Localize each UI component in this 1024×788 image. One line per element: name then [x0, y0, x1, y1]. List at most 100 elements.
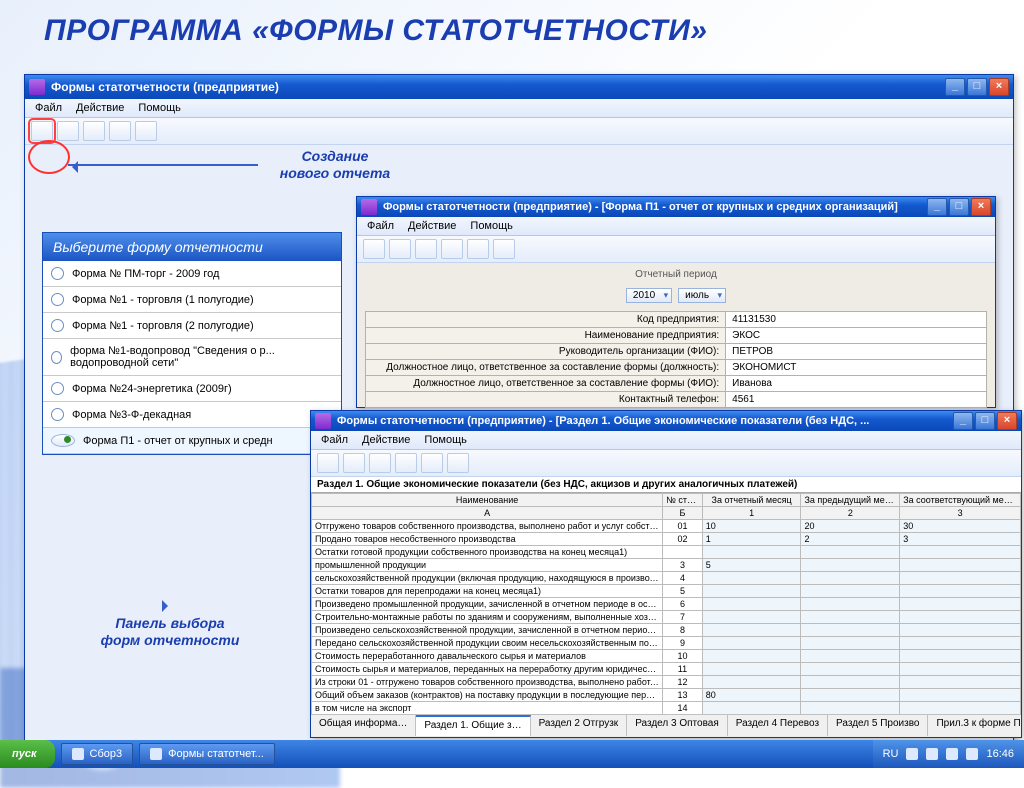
field-value[interactable]: ЭКОС: [726, 328, 987, 344]
minimize-button[interactable]: _: [927, 198, 947, 216]
field-value[interactable]: Иванова: [726, 376, 987, 392]
cell-value[interactable]: [702, 637, 801, 650]
cell-value[interactable]: [801, 559, 900, 572]
toolbar-button-3[interactable]: [83, 121, 105, 141]
cell-value[interactable]: [801, 546, 900, 559]
menu-action[interactable]: Действие: [76, 102, 124, 114]
form-option[interactable]: Форма № ПМ-торг - 2009 год: [43, 261, 341, 287]
cell-value[interactable]: [801, 585, 900, 598]
cell-value[interactable]: [900, 598, 1021, 611]
form-option[interactable]: Форма №1 - торговля (2 полугодие): [43, 313, 341, 339]
cell-value[interactable]: [702, 663, 801, 676]
new-report-button[interactable]: [31, 121, 53, 141]
tab[interactable]: Общая информа…: [311, 715, 416, 736]
cell-value[interactable]: [801, 676, 900, 689]
field-value[interactable]: 4561: [726, 392, 987, 408]
form-option[interactable]: Форма №3-Ф-декадная: [43, 402, 341, 428]
menu-help[interactable]: Помощь: [424, 434, 467, 446]
cell-value[interactable]: 5: [702, 559, 801, 572]
menu-file[interactable]: Файл: [321, 434, 348, 446]
maximize-button[interactable]: □: [949, 198, 969, 216]
field-value[interactable]: ПЕТРОВ: [726, 344, 987, 360]
cell-value[interactable]: [801, 624, 900, 637]
cell-value[interactable]: 20: [801, 520, 900, 533]
menu-action[interactable]: Действие: [362, 434, 410, 446]
cell-value[interactable]: [702, 546, 801, 559]
maximize-button[interactable]: □: [975, 412, 995, 430]
cell-value[interactable]: [702, 585, 801, 598]
menu-action[interactable]: Действие: [408, 220, 456, 232]
menu-file[interactable]: Файл: [367, 220, 394, 232]
cell-value[interactable]: [801, 598, 900, 611]
toolbar-button[interactable]: [493, 239, 515, 259]
cell-value[interactable]: 3: [900, 533, 1021, 546]
cell-value[interactable]: [801, 572, 900, 585]
tray-icon[interactable]: [906, 748, 918, 760]
form-option[interactable]: Форма П1 - отчет от крупных и средн: [43, 428, 341, 454]
cell-value[interactable]: [801, 702, 900, 715]
cell-value[interactable]: [900, 650, 1021, 663]
toolbar-button-5[interactable]: [135, 121, 157, 141]
toolbar-button[interactable]: [363, 239, 385, 259]
cell-value[interactable]: 1: [702, 533, 801, 546]
maximize-button[interactable]: □: [967, 78, 987, 96]
cell-value[interactable]: [801, 689, 900, 702]
section1-titlebar[interactable]: Формы статотчетности (предприятие) - [Ра…: [311, 411, 1021, 431]
month-select[interactable]: июль: [678, 288, 726, 303]
cell-value[interactable]: [900, 676, 1021, 689]
tab[interactable]: Прил.3 к форме П: [928, 715, 1021, 736]
cell-value[interactable]: [900, 559, 1021, 572]
start-button[interactable]: пуск: [0, 740, 55, 768]
tray-icon[interactable]: [926, 748, 938, 760]
toolbar-button[interactable]: [421, 453, 443, 473]
form-option[interactable]: форма №1-водопровод "Сведения о р... вод…: [43, 339, 341, 376]
tab[interactable]: Раздел 4 Перевоз: [728, 715, 828, 736]
cell-value[interactable]: [900, 585, 1021, 598]
cell-value[interactable]: [702, 650, 801, 663]
cell-value[interactable]: 30: [900, 520, 1021, 533]
close-button[interactable]: ×: [971, 198, 991, 216]
form-p1-titlebar[interactable]: Формы статотчетности (предприятие) - [Фо…: [357, 197, 995, 217]
tab[interactable]: Раздел 2 Отгрузк: [531, 715, 628, 736]
minimize-button[interactable]: _: [953, 412, 973, 430]
tab[interactable]: Раздел 1. Общие з…: [416, 715, 530, 736]
field-value[interactable]: ЭКОНОМИСТ: [726, 360, 987, 376]
cell-value[interactable]: [702, 572, 801, 585]
minimize-button[interactable]: _: [945, 78, 965, 96]
cell-value[interactable]: [900, 611, 1021, 624]
toolbar-button[interactable]: [395, 453, 417, 473]
cell-value[interactable]: [702, 611, 801, 624]
menu-file[interactable]: Файл: [35, 102, 62, 114]
menu-help[interactable]: Помощь: [470, 220, 513, 232]
cell-value[interactable]: [900, 546, 1021, 559]
tray-icon[interactable]: [946, 748, 958, 760]
cell-value[interactable]: [702, 702, 801, 715]
cell-value[interactable]: [900, 624, 1021, 637]
cell-value[interactable]: [702, 598, 801, 611]
cell-value[interactable]: [900, 702, 1021, 715]
cell-value[interactable]: [801, 663, 900, 676]
form-option[interactable]: Форма №1 - торговля (1 полугодие): [43, 287, 341, 313]
form-option[interactable]: Форма №24-энергетика (2009г): [43, 376, 341, 402]
toolbar-button[interactable]: [317, 453, 339, 473]
close-button[interactable]: ×: [989, 78, 1009, 96]
tab[interactable]: Раздел 5 Произво: [828, 715, 928, 736]
cell-value[interactable]: [900, 637, 1021, 650]
menu-help[interactable]: Помощь: [138, 102, 181, 114]
taskbar-task-2[interactable]: Формы статотчет...: [139, 743, 275, 765]
cell-value[interactable]: [801, 637, 900, 650]
cell-value[interactable]: 2: [801, 533, 900, 546]
toolbar-button[interactable]: [389, 239, 411, 259]
toolbar-button[interactable]: [369, 453, 391, 473]
close-button[interactable]: ×: [997, 412, 1017, 430]
cell-value[interactable]: [900, 572, 1021, 585]
field-value[interactable]: 41131530: [726, 312, 987, 328]
cell-value[interactable]: 80: [702, 689, 801, 702]
toolbar-button[interactable]: [467, 239, 489, 259]
toolbar-button[interactable]: [343, 453, 365, 473]
toolbar-button-4[interactable]: [109, 121, 131, 141]
cell-value[interactable]: [801, 611, 900, 624]
taskbar-task-1[interactable]: Сбор3: [61, 743, 134, 765]
lang-indicator[interactable]: RU: [883, 748, 899, 760]
toolbar-button[interactable]: [447, 453, 469, 473]
